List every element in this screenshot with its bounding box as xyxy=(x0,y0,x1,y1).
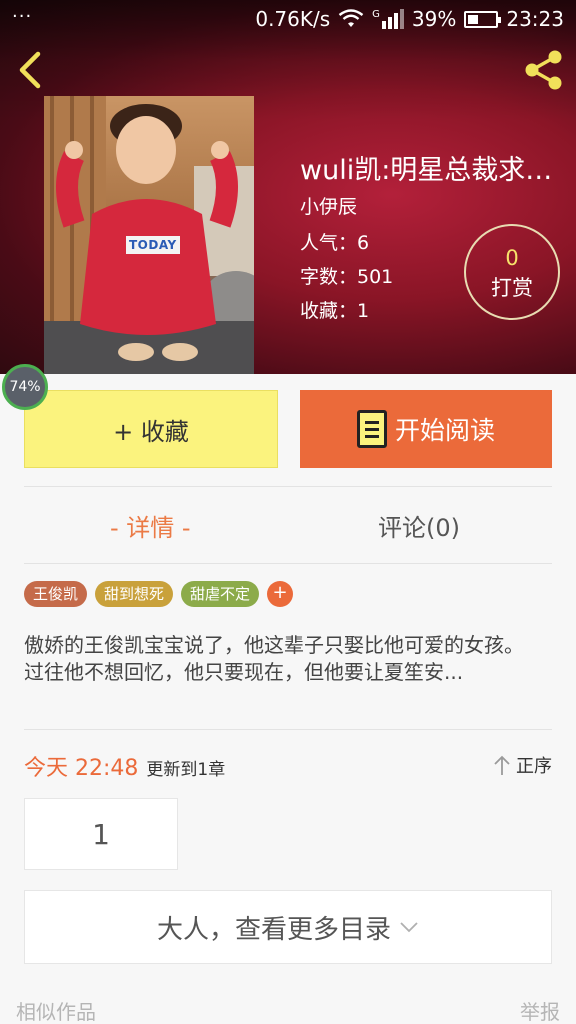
view-more-catalog-button[interactable]: 大人，查看更多目录 xyxy=(24,890,552,964)
battery-fill xyxy=(468,14,479,24)
tag[interactable]: 甜到想死 xyxy=(95,581,174,607)
share-icon[interactable] xyxy=(522,48,566,92)
book-author[interactable]: 小伊辰 xyxy=(300,192,357,219)
book-title: wuli凯:明星总裁求抱... xyxy=(300,155,576,186)
report-link[interactable]: 举报 xyxy=(520,996,560,1024)
arrow-up-icon xyxy=(494,755,510,775)
net-speed: 0.76K/s xyxy=(255,7,331,31)
sort-order-button[interactable]: 正序 xyxy=(492,752,552,778)
signal-icon: G xyxy=(372,9,404,29)
tab-detail[interactable]: - 详情 - xyxy=(110,508,191,543)
divider xyxy=(24,486,552,487)
chevron-left-icon[interactable] xyxy=(14,50,48,90)
signal-tag: G xyxy=(372,9,380,20)
update-time: 今天 22:48 xyxy=(24,756,139,781)
reading-progress-badge[interactable]: 74% xyxy=(2,364,48,410)
description-line: 过往他不想回忆，他只要现在，但他要让夏笙安... xyxy=(24,660,464,684)
clock: 23:23 xyxy=(506,7,564,31)
add-tag-button[interactable]: + xyxy=(267,581,294,607)
popularity: 人气：6 xyxy=(300,232,370,254)
tag[interactable]: 王俊凯 xyxy=(24,581,88,607)
cover-text: TODAY xyxy=(129,238,177,252)
tab-comments[interactable]: 评论(0) xyxy=(378,508,460,543)
favorite-label: + 收藏 xyxy=(113,417,189,446)
tag[interactable]: 甜虐不定 xyxy=(181,581,260,607)
book-header: ··· 0.76K/s G 39% 23:23 TODAY wuli凯:明星总裁… xyxy=(0,0,576,374)
tip-count: 0 xyxy=(505,246,519,270)
tag-list: 王俊凯 甜到想死 甜虐不定 + xyxy=(24,581,294,607)
book-icon xyxy=(356,410,387,448)
book-cover[interactable]: TODAY xyxy=(44,96,254,374)
update-info: 今天 22:48 更新到1章 xyxy=(24,750,225,782)
start-reading-button[interactable]: 开始阅读 xyxy=(300,390,552,468)
word-count: 字数：501 xyxy=(300,266,394,288)
sort-label: 正序 xyxy=(516,756,552,777)
add-to-favorites-button[interactable]: + 收藏 xyxy=(24,390,278,468)
favorite-count: 收藏：1 xyxy=(300,300,370,322)
tip-label: 打赏 xyxy=(491,276,533,300)
wifi-icon xyxy=(338,9,364,27)
description-line: 傲娇的王俊凯宝宝说了，他这辈子只娶比他可爱的女孩。 xyxy=(24,633,524,657)
tip-button[interactable]: 0 打赏 xyxy=(464,224,560,320)
notification-dots: ··· xyxy=(12,6,33,27)
chevron-down-icon xyxy=(400,922,418,933)
book-description[interactable]: 傲娇的王俊凯宝宝说了，他这辈子只娶比他可爱的女孩。 过往他不想回忆，他只要现在，… xyxy=(24,632,552,686)
chapter-page-1[interactable]: 1 xyxy=(24,798,178,870)
divider xyxy=(24,729,552,730)
divider xyxy=(24,563,552,564)
more-catalog-label: 大人，查看更多目录 xyxy=(156,914,391,945)
read-label: 开始阅读 xyxy=(394,416,495,445)
battery-percent: 39% xyxy=(411,7,457,31)
similar-works-heading: 相似作品 xyxy=(16,1000,96,1024)
update-text: 更新到1章 xyxy=(146,760,226,780)
reading-progress-value: 74% xyxy=(9,379,41,395)
cover-illustration xyxy=(44,96,254,374)
status-bar: ··· 0.76K/s G 39% 23:23 xyxy=(0,0,576,40)
page-number: 1 xyxy=(92,817,110,851)
battery-icon xyxy=(464,10,502,28)
